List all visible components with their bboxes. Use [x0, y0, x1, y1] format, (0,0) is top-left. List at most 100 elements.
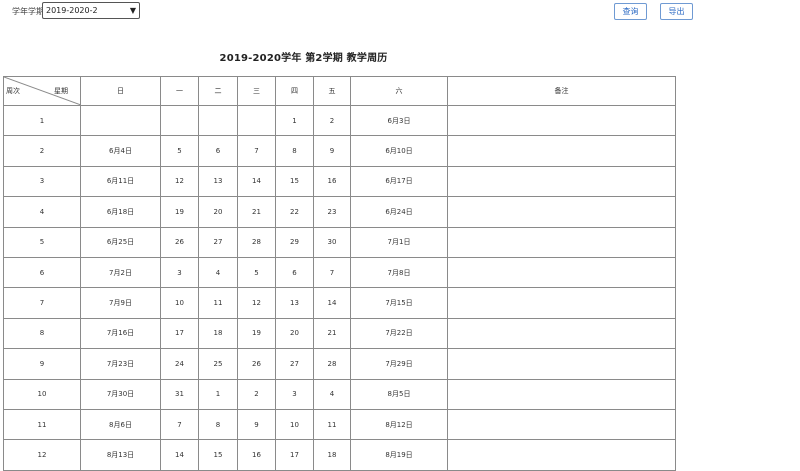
day-cell-tue: 20	[198, 196, 238, 228]
day-cell-sat: 6月10日	[350, 135, 448, 167]
day-cell-tue: 11	[198, 287, 238, 319]
day-cell-mon: 26	[160, 226, 199, 258]
table-row: 7 7月9日 10 11 12 13 14 7月15日	[3, 287, 676, 319]
note-cell	[447, 439, 676, 471]
day-cell-thu: 15	[275, 165, 314, 198]
page-title: 2019-2020学年 第2学期 教学周历	[219, 53, 388, 64]
day-cell-mon: 5	[160, 135, 199, 167]
day-cell-mon: 19	[160, 196, 199, 228]
calendar-body: 1 1 2 6月3日 2 6月4日 5 6 7 8 9 6月10日 3 6月11日 12 13 14 15 16 6月…	[3, 104, 676, 471]
day-cell-fri: 23	[313, 196, 351, 228]
day-cell-thu: 8	[275, 135, 314, 167]
term-select[interactable]: 2019-2020-2 ▼	[42, 2, 140, 19]
week-cell: 10	[3, 378, 81, 410]
note-cell	[447, 317, 676, 350]
day-cell-sat: 7月29日	[350, 348, 448, 380]
week-cell: 3	[3, 165, 81, 198]
note-cell	[447, 165, 676, 198]
day-cell-tue: 25	[198, 348, 238, 380]
day-cell-fri: 16	[313, 165, 351, 198]
day-cell-fri: 21	[313, 317, 351, 350]
header-tue: 二	[198, 76, 238, 106]
day-cell-fri: 9	[313, 135, 351, 167]
day-cell-sat: 6月3日	[350, 104, 448, 137]
day-cell-sat: 8月19日	[350, 439, 448, 471]
day-cell-wed: 26	[237, 348, 276, 380]
day-cell-tue: 27	[198, 226, 238, 258]
header-note: 备注	[447, 76, 676, 106]
table-row: 10 7月30日 31 1 2 3 4 8月5日	[3, 378, 676, 410]
day-cell-tue: 4	[198, 256, 238, 289]
header-fri: 五	[313, 76, 351, 106]
day-cell-wed: 19	[237, 317, 276, 350]
table-row: 5 6月25日 26 27 28 29 30 7月1日	[3, 226, 676, 258]
day-cell-sun: 7月2日	[80, 256, 161, 289]
week-cell: 2	[3, 135, 81, 167]
note-cell	[447, 408, 676, 441]
day-cell-wed: 5	[237, 256, 276, 289]
day-cell-mon: 17	[160, 317, 199, 350]
day-cell-sat: 8月12日	[350, 408, 448, 441]
day-cell-sun: 6月4日	[80, 135, 161, 167]
day-cell-sun: 6月25日	[80, 226, 161, 258]
week-cell: 9	[3, 348, 81, 380]
note-cell	[447, 226, 676, 258]
day-cell-sun: 7月9日	[80, 287, 161, 319]
day-cell-wed: 12	[237, 287, 276, 319]
query-button[interactable]: 查询	[614, 3, 647, 20]
table-row: 3 6月11日 12 13 14 15 16 6月17日	[3, 165, 676, 198]
calendar-table: 周次 星期 日 一 二 三 四 五 六 备注 1 1 2 6月3日 2 6月4日 5 6 7 8 9…	[3, 76, 676, 471]
day-cell-sat: 8月5日	[350, 378, 448, 410]
day-cell-sun: 7月16日	[80, 317, 161, 350]
table-row: 9 7月23日 24 25 26 27 28 7月29日	[3, 348, 676, 380]
note-cell	[447, 196, 676, 228]
note-cell	[447, 287, 676, 319]
header-thu: 四	[275, 76, 314, 106]
day-cell-fri: 30	[313, 226, 351, 258]
export-button[interactable]: 导出	[660, 3, 693, 20]
day-cell-mon: 7	[160, 408, 199, 441]
day-cell-thu: 13	[275, 287, 314, 319]
table-row: 6 7月2日 3 4 5 6 7 7月8日	[3, 256, 676, 289]
day-cell-tue: 13	[198, 165, 238, 198]
table-row: 4 6月18日 19 20 21 22 23 6月24日	[3, 196, 676, 228]
table-row: 1 1 2 6月3日	[3, 104, 676, 137]
day-cell-tue: 8	[198, 408, 238, 441]
day-cell-fri: 14	[313, 287, 351, 319]
day-cell-sun: 6月18日	[80, 196, 161, 228]
note-cell	[447, 256, 676, 289]
day-cell-mon: 31	[160, 378, 199, 410]
day-cell-sat: 7月8日	[350, 256, 448, 289]
day-cell-fri: 4	[313, 378, 351, 410]
header-wed: 三	[237, 76, 276, 106]
week-cell: 4	[3, 196, 81, 228]
week-cell: 12	[3, 439, 81, 471]
day-cell-sun: 6月11日	[80, 165, 161, 198]
header-mon: 一	[160, 76, 199, 106]
day-cell-sun	[80, 104, 161, 137]
chevron-down-icon: ▼	[129, 6, 136, 15]
day-cell-fri: 28	[313, 348, 351, 380]
day-cell-wed: 21	[237, 196, 276, 228]
day-cell-sun: 7月23日	[80, 348, 161, 380]
term-select-value: 2019-2020-2	[46, 6, 98, 15]
day-cell-sun: 7月30日	[80, 378, 161, 410]
header-row: 周次 星期 日 一 二 三 四 五 六 备注	[3, 76, 676, 106]
day-cell-fri: 11	[313, 408, 351, 441]
day-cell-wed: 7	[237, 135, 276, 167]
day-cell-fri: 7	[313, 256, 351, 289]
toolbar: 学年学期： 2019-2020-2 ▼ 查询 导出	[0, 0, 800, 28]
day-cell-sat: 7月22日	[350, 317, 448, 350]
day-cell-thu: 27	[275, 348, 314, 380]
day-cell-wed	[237, 104, 276, 137]
day-cell-thu: 22	[275, 196, 314, 228]
note-cell	[447, 104, 676, 137]
day-cell-sun: 8月13日	[80, 439, 161, 471]
week-cell: 11	[3, 408, 81, 441]
header-sun: 日	[80, 76, 161, 106]
day-cell-mon: 24	[160, 348, 199, 380]
header-sat: 六	[350, 76, 448, 106]
day-cell-tue: 18	[198, 317, 238, 350]
day-cell-thu: 20	[275, 317, 314, 350]
day-cell-fri: 2	[313, 104, 351, 137]
